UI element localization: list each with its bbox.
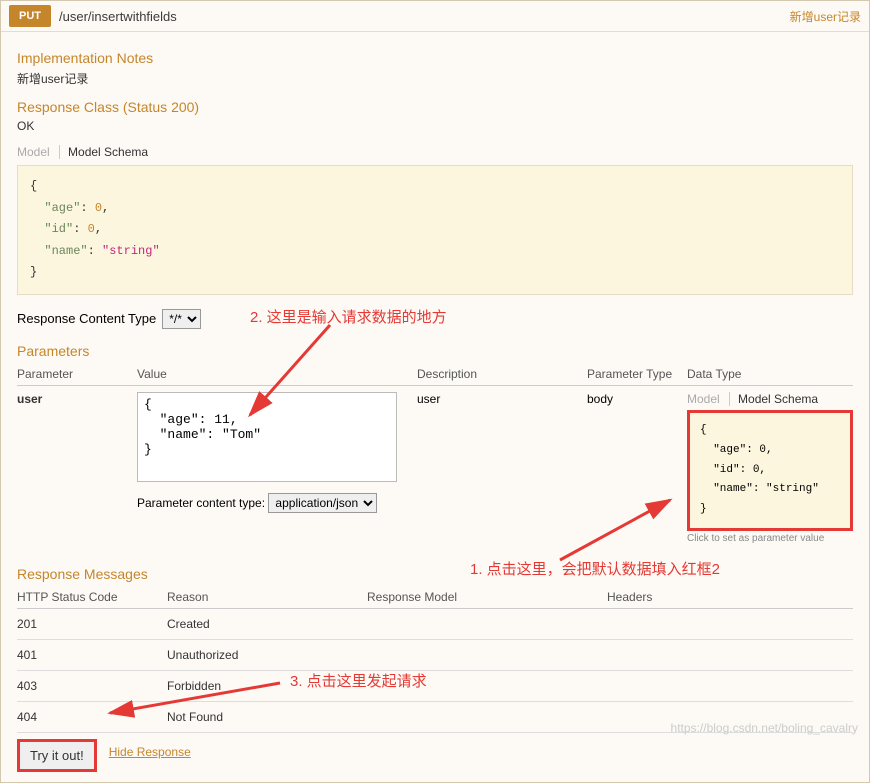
param-name: user xyxy=(17,392,137,406)
schema-val: "string" xyxy=(102,244,160,258)
col-value: Value xyxy=(137,367,417,381)
tab-model-schema[interactable]: Model Schema xyxy=(59,145,148,159)
param-value-input[interactable] xyxy=(137,392,397,482)
col-response-model: Response Model xyxy=(367,590,607,604)
impl-notes-text: 新增user记录 xyxy=(17,70,853,87)
tab-model[interactable]: Model xyxy=(17,145,50,159)
api-summary: 新增user记录 xyxy=(790,8,861,25)
response-schema-box[interactable]: { "age": 0, "id": 0, "name": "string" } xyxy=(17,165,853,295)
param-content-type-select[interactable]: application/json xyxy=(268,493,377,513)
impl-notes-title: Implementation Notes xyxy=(17,50,853,66)
response-message-row: 403Forbidden xyxy=(17,671,853,702)
col-headers: Headers xyxy=(607,590,853,604)
col-param-type: Parameter Type xyxy=(587,367,687,381)
params-header-row: Parameter Value Description Parameter Ty… xyxy=(17,363,853,386)
response-messages-title: Response Messages xyxy=(17,566,853,582)
dtype-tab-model[interactable]: Model xyxy=(687,392,720,406)
response-class-title: Response Class (Status 200) xyxy=(17,99,853,115)
try-it-out-button[interactable]: Try it out! xyxy=(17,739,97,772)
schema-click-hint: Click to set as parameter value xyxy=(687,533,853,544)
schema-val: 0 xyxy=(95,201,102,215)
hide-response-link[interactable]: Hide Response xyxy=(109,745,191,759)
dtype-tab-model-schema[interactable]: Model Schema xyxy=(729,392,818,406)
response-content-type-label: Response Content Type xyxy=(17,311,156,326)
param-type: body xyxy=(587,392,687,406)
schema-key: "id" xyxy=(44,222,73,236)
schema-key: "age" xyxy=(44,201,80,215)
schema-tabs: Model Model Schema xyxy=(17,145,853,159)
col-parameter: Parameter xyxy=(17,367,137,381)
schema-key: "name" xyxy=(44,244,87,258)
response-message-row: 201Created xyxy=(17,609,853,640)
param-schema-box[interactable]: { "age": 0, "id": 0, "name": "string" } xyxy=(687,410,853,531)
api-header[interactable]: PUT /user/insertwithfields 新增user记录 xyxy=(1,1,869,32)
col-status-code: HTTP Status Code xyxy=(17,590,167,604)
col-description: Description xyxy=(417,367,587,381)
col-reason: Reason xyxy=(167,590,367,604)
response-message-row: 401Unauthorized xyxy=(17,640,853,671)
response-class-status: OK xyxy=(17,119,853,133)
col-data-type: Data Type xyxy=(687,367,853,381)
response-content-type-select[interactable]: */* xyxy=(162,309,201,329)
param-row-user: user Parameter content type: application… xyxy=(17,386,853,550)
resp-header-row: HTTP Status Code Reason Response Model H… xyxy=(17,586,853,609)
schema-val: 0 xyxy=(88,222,95,236)
api-path: /user/insertwithfields xyxy=(59,9,790,24)
param-content-type-label: Parameter content type: xyxy=(137,496,265,510)
parameters-title: Parameters xyxy=(17,343,853,359)
method-badge: PUT xyxy=(9,5,51,27)
watermark: https://blog.csdn.net/boling_cavalry xyxy=(671,721,858,735)
param-description: user xyxy=(417,392,587,406)
